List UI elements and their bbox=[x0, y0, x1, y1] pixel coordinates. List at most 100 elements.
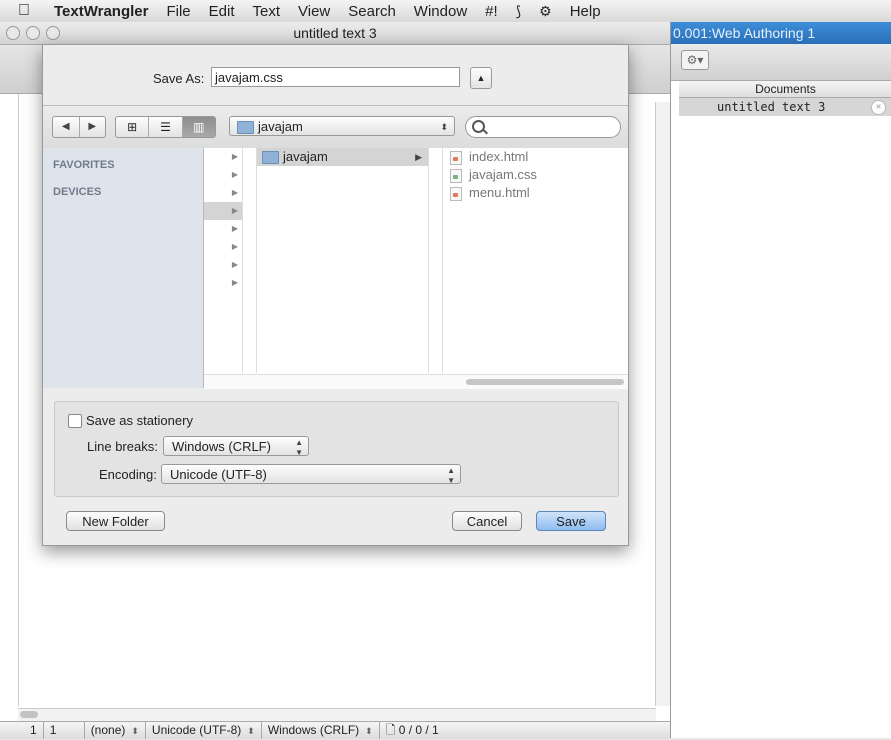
column-folders: javajam ▶ bbox=[256, 148, 429, 373]
column-browser: ▶ ▶ ▶ ▶ ▶ ▶ ▶ ▶ javajam ▶ index.html jav… bbox=[204, 148, 628, 389]
disclosure-arrow-icon: ▶ bbox=[415, 152, 422, 162]
location-value: javajam bbox=[258, 119, 303, 134]
save-button[interactable]: Save bbox=[536, 511, 606, 531]
encoding-label: Encoding: bbox=[99, 467, 157, 482]
css-file-icon bbox=[450, 169, 462, 183]
line-breaks-label: Line breaks: bbox=[87, 439, 158, 454]
horizontal-scrollbar[interactable] bbox=[18, 708, 656, 721]
status-column: 1 bbox=[44, 722, 85, 739]
file-name: menu.html bbox=[469, 185, 530, 200]
folder-icon bbox=[237, 121, 254, 134]
menu-scripts-icon[interactable]: ⟆ bbox=[507, 3, 530, 20]
folder-name: javajam bbox=[283, 149, 328, 164]
chevron-updown-icon: ▲ ▼ bbox=[447, 466, 455, 485]
disclosure-arrow-icon[interactable]: ▶ bbox=[204, 256, 242, 274]
save-as-row: Save As: javajam.css ▲ bbox=[43, 67, 628, 91]
list-view-icon[interactable]: ☰ bbox=[149, 117, 183, 137]
save-options-box: Save as stationery Line breaks: Windows … bbox=[54, 401, 619, 497]
column-files: index.html javajam.css menu.html bbox=[442, 148, 613, 373]
action-gear-button[interactable]: ⚙▾ bbox=[681, 50, 709, 70]
encoding-popup[interactable]: Unicode (UTF-8) ⬍ bbox=[146, 722, 262, 739]
file-name: index.html bbox=[469, 149, 529, 164]
view-mode-buttons: ⊞ ☰ ▥ bbox=[115, 116, 216, 138]
chevron-updown-icon: ⬍ bbox=[131, 726, 139, 736]
document-title: untitled text 3 bbox=[293, 25, 377, 41]
vertical-scrollbar[interactable] bbox=[655, 102, 670, 706]
search-field[interactable] bbox=[465, 116, 621, 138]
chevron-updown-icon: ▲ ▼ bbox=[295, 438, 303, 457]
line-breaks-select[interactable]: Windows (CRLF) ▲ ▼ bbox=[163, 436, 309, 457]
sidebar-heading-devices[interactable]: DEVICES bbox=[43, 183, 203, 202]
back-icon[interactable]: ◀ bbox=[53, 117, 80, 137]
collapse-dialog-button[interactable]: ▲ bbox=[470, 67, 492, 89]
close-window-button[interactable] bbox=[6, 26, 20, 40]
documents-header: Documents bbox=[679, 81, 891, 98]
stationery-label: Save as stationery bbox=[86, 413, 193, 428]
menu-help[interactable]: Help bbox=[561, 3, 610, 20]
file-row[interactable]: javajam.css bbox=[443, 166, 613, 184]
disclosure-arrow-icon[interactable]: ▶ bbox=[204, 148, 242, 166]
minimize-window-button[interactable] bbox=[26, 26, 40, 40]
cancel-button[interactable]: Cancel bbox=[452, 511, 522, 531]
icon-view-icon[interactable]: ⊞ bbox=[116, 117, 150, 137]
html-file-icon bbox=[450, 151, 462, 165]
background-window-title[interactable]: 0.001:Web Authoring 1 bbox=[669, 22, 891, 44]
document-counts: 🗋 0 / 0 / 1 bbox=[380, 722, 445, 739]
save-as-field[interactable]: javajam.css bbox=[211, 67, 460, 87]
browser-toolbar: ◀ ▶ ⊞ ☰ ▥ javajam ⬍ bbox=[43, 105, 628, 149]
close-document-icon[interactable]: ✕ bbox=[871, 100, 886, 115]
file-row[interactable]: menu.html bbox=[443, 184, 613, 202]
menu-view[interactable]: View bbox=[289, 3, 339, 20]
menu-gear-icon[interactable]: ⚙ bbox=[530, 3, 561, 20]
status-bar: 1 1 (none) ⬍ Unicode (UTF-8) ⬍ Windows (CR… bbox=[0, 721, 670, 739]
location-popup[interactable]: javajam ⬍ bbox=[229, 116, 455, 136]
disclosure-arrow-icon[interactable]: ▶ bbox=[204, 166, 242, 184]
nav-buttons: ◀ ▶ bbox=[52, 116, 106, 138]
column-view-icon[interactable]: ▥ bbox=[182, 117, 215, 137]
document-icon: 🗋 bbox=[385, 723, 399, 737]
line-breaks-status-value: Windows (CRLF) bbox=[267, 723, 360, 737]
encoding-select[interactable]: Unicode (UTF-8) ▲ ▼ bbox=[161, 464, 461, 485]
document-list-item[interactable]: untitled text 3 ✕ bbox=[679, 98, 891, 116]
scroll-thumb[interactable] bbox=[466, 379, 624, 385]
sidebar: FAVORITES DEVICES bbox=[43, 148, 204, 388]
menu-text[interactable]: Text bbox=[244, 3, 290, 20]
folder-row-javajam[interactable]: javajam ▶ bbox=[257, 148, 428, 166]
forward-icon[interactable]: ▶ bbox=[80, 117, 106, 137]
line-breaks-popup[interactable]: Windows (CRLF) ⬍ bbox=[262, 722, 380, 739]
menu-shebang[interactable]: #! bbox=[476, 3, 507, 20]
sidebar-heading-favorites[interactable]: FAVORITES bbox=[43, 156, 203, 175]
menu-search[interactable]: Search bbox=[339, 3, 405, 20]
background-window-toolbar: ⚙▾ bbox=[669, 44, 891, 81]
status-line: 1 bbox=[0, 722, 44, 739]
browser-horizontal-scrollbar[interactable] bbox=[204, 374, 628, 389]
menu-window[interactable]: Window bbox=[405, 3, 476, 20]
column-parent: ▶ ▶ ▶ ▶ ▶ ▶ ▶ ▶ bbox=[204, 148, 243, 373]
disclosure-arrow-icon[interactable]: ▶ bbox=[204, 220, 242, 238]
disclosure-arrow-icon[interactable]: ▶ bbox=[204, 274, 242, 292]
editor-window-titlebar: untitled text 3 bbox=[0, 22, 670, 45]
disclosure-arrow-icon[interactable]: ▶ bbox=[204, 202, 242, 220]
stationery-checkbox[interactable] bbox=[68, 414, 82, 428]
disclosure-arrow-icon[interactable]: ▶ bbox=[204, 238, 242, 256]
encoding-status-value: Unicode (UTF-8) bbox=[151, 723, 242, 737]
counts-value: 0 / 0 / 1 bbox=[398, 723, 439, 737]
apple-menu-icon[interactable]:  bbox=[0, 2, 48, 20]
save-as-label: Save As: bbox=[153, 71, 205, 86]
disclosure-arrow-icon[interactable]: ▶ bbox=[204, 184, 242, 202]
encoding-value: Unicode (UTF-8) bbox=[170, 467, 267, 482]
chevron-updown-icon: ⬍ bbox=[247, 726, 255, 736]
menu-edit[interactable]: Edit bbox=[200, 3, 244, 20]
line-breaks-value: Windows (CRLF) bbox=[172, 439, 271, 454]
document-name: untitled text 3 bbox=[717, 100, 826, 114]
menu-file[interactable]: File bbox=[157, 3, 199, 20]
menu-bar:  TextWrangler File Edit Text View Searc… bbox=[0, 0, 891, 23]
zoom-window-button[interactable] bbox=[46, 26, 60, 40]
language-popup[interactable]: (none) ⬍ bbox=[85, 722, 146, 739]
html-file-icon bbox=[450, 187, 462, 201]
file-row[interactable]: index.html bbox=[443, 148, 613, 166]
menu-app[interactable]: TextWrangler bbox=[48, 3, 157, 20]
search-icon bbox=[472, 120, 485, 133]
new-folder-button[interactable]: New Folder bbox=[66, 511, 165, 531]
scroll-thumb[interactable] bbox=[20, 711, 38, 718]
